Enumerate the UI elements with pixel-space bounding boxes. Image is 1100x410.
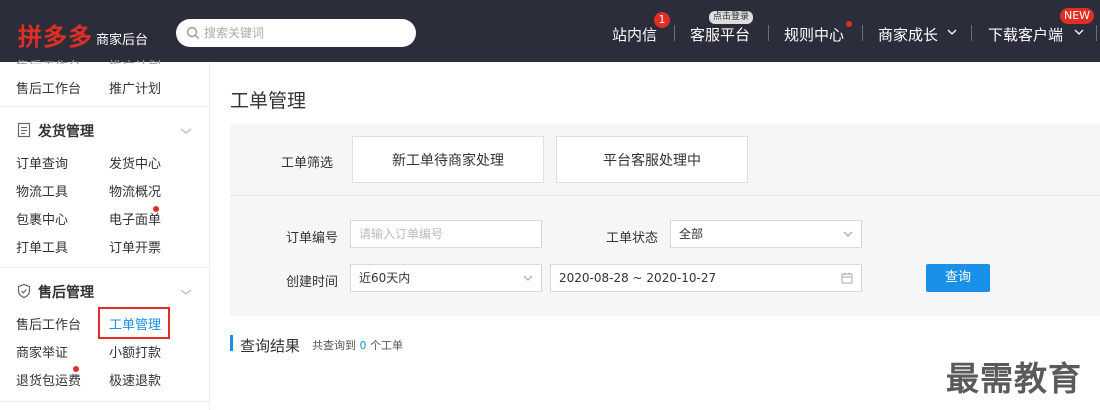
page-title: 工单管理 xyxy=(230,90,307,112)
search-icon xyxy=(186,26,199,39)
filter-panel-divider xyxy=(230,195,1100,196)
chevron-down-icon xyxy=(523,275,533,281)
nav-divider xyxy=(971,25,972,41)
results-title: 查询结果 xyxy=(240,337,301,355)
sidebar-item-e-waybill[interactable]: 电子面单 xyxy=(109,209,161,228)
nav-messages[interactable]: 站内信 xyxy=(612,24,657,45)
logo-subtitle: 商家后台 xyxy=(96,33,149,48)
sidebar: 售后工作台 推广计划 售后工作台 推广计划 发货管理 订单查询 发货中心 物流工… xyxy=(0,60,210,410)
date-range-picker[interactable]: 2020-08-28 ~ 2020-10-27 xyxy=(550,264,862,292)
chevron-up-icon[interactable] xyxy=(180,127,192,135)
new-badge: NEW xyxy=(1060,8,1095,24)
ticket-status-label: 工单状态 xyxy=(606,231,659,246)
sidebar-cut-item: 推广计划 xyxy=(109,56,161,64)
sidebar-divider xyxy=(0,401,209,402)
sidebar-item-logistics-tools[interactable]: 物流工具 xyxy=(16,181,68,200)
nav-divider xyxy=(768,25,769,41)
nav-customer-service[interactable]: 客服平台 xyxy=(690,24,750,45)
results-accent-bar xyxy=(230,335,233,351)
rules-red-dot xyxy=(846,21,852,27)
sidebar-item-shipping-center[interactable]: 发货中心 xyxy=(109,153,161,172)
highlight-annotation-box xyxy=(98,307,170,339)
nav-rules-center[interactable]: 规则中心 xyxy=(784,24,844,45)
ticket-status-select[interactable]: 全部 xyxy=(670,220,862,248)
order-number-label: 订单编号 xyxy=(286,231,339,246)
nav-divider xyxy=(674,25,675,41)
e-waybill-red-dot xyxy=(153,206,159,212)
search-box[interactable] xyxy=(176,19,416,47)
sidebar-item-package-center[interactable]: 包裹中心 xyxy=(16,209,68,228)
shield-check-icon xyxy=(17,283,31,299)
filter-chip-platform-processing[interactable]: 平台客服处理中 xyxy=(556,136,748,183)
ticket-status-value: 全部 xyxy=(679,227,704,241)
results-suffix: 个工单 xyxy=(370,339,403,352)
sidebar-section-aftersale[interactable]: 售后管理 xyxy=(38,282,94,302)
sidebar-item-logistics-overview[interactable]: 物流概况 xyxy=(109,181,161,200)
login-hint-badge: 点击登录 xyxy=(709,11,754,24)
sidebar-item-small-payment[interactable]: 小额打款 xyxy=(109,342,161,361)
calendar-icon xyxy=(841,272,853,284)
created-time-label: 创建时间 xyxy=(286,275,339,290)
results-count: 0 xyxy=(359,339,367,352)
ticket-filter-label: 工单筛选 xyxy=(281,156,334,171)
nav-divider xyxy=(862,25,863,41)
nav-divider xyxy=(1096,25,1097,41)
nav-merchant-growth[interactable]: 商家成长 xyxy=(878,24,938,45)
created-time-range-select[interactable]: 近60天内 xyxy=(350,264,542,292)
results-prefix: 共查询到 xyxy=(312,339,356,352)
sidebar-cut-item: 售后工作台 xyxy=(16,56,81,64)
document-icon xyxy=(17,122,31,138)
search-input[interactable] xyxy=(204,23,404,43)
sidebar-item-order-query[interactable]: 订单查询 xyxy=(16,153,68,172)
sidebar-item-print-tools[interactable]: 打单工具 xyxy=(16,237,68,256)
sidebar-item-invoice[interactable]: 订单开票 xyxy=(109,237,161,256)
order-number-field[interactable] xyxy=(350,220,542,248)
chevron-up-icon[interactable] xyxy=(180,288,192,296)
query-button[interactable]: 查询 xyxy=(926,264,990,292)
sidebar-item-merchant-evidence[interactable]: 商家举证 xyxy=(16,342,68,361)
sidebar-item-aftersale-workbench[interactable]: 售后工作台 xyxy=(16,78,81,97)
filter-chip-new-tickets[interactable]: 新工单待商家处理 xyxy=(352,136,544,183)
order-number-input[interactable] xyxy=(359,227,529,241)
sidebar-item-express-refund[interactable]: 极速退款 xyxy=(109,370,161,389)
top-nav-bar: 拼多多 商家后台 站内信 1 客服平台 点击登录 规则中心 商家成长 下载客户端… xyxy=(0,0,1100,62)
nav-download-client[interactable]: 下载客户端 xyxy=(988,24,1063,45)
sidebar-item-promotion-plan[interactable]: 推广计划 xyxy=(109,78,161,97)
date-range-value: 2020-08-28 ~ 2020-10-27 xyxy=(559,271,717,285)
messages-count-badge: 1 xyxy=(654,12,670,28)
sidebar-item-aftersale-workbench[interactable]: 售后工作台 xyxy=(16,314,81,333)
sidebar-item-return-shipping[interactable]: 退货包运费 xyxy=(16,370,81,389)
results-summary: 共查询到 0 个工单 xyxy=(312,337,403,353)
watermark: 最需教育 xyxy=(946,359,1082,398)
pinduoduo-logo[interactable]: 拼多多 xyxy=(18,17,93,52)
chevron-down-icon xyxy=(1074,29,1084,35)
sidebar-divider xyxy=(0,106,209,107)
chevron-down-icon xyxy=(843,231,853,237)
sidebar-section-shipping[interactable]: 发货管理 xyxy=(38,121,94,141)
sidebar-divider xyxy=(0,267,209,268)
created-time-range-value: 近60天内 xyxy=(359,271,411,285)
chevron-down-icon xyxy=(947,29,957,35)
return-shipping-red-dot xyxy=(73,366,79,372)
